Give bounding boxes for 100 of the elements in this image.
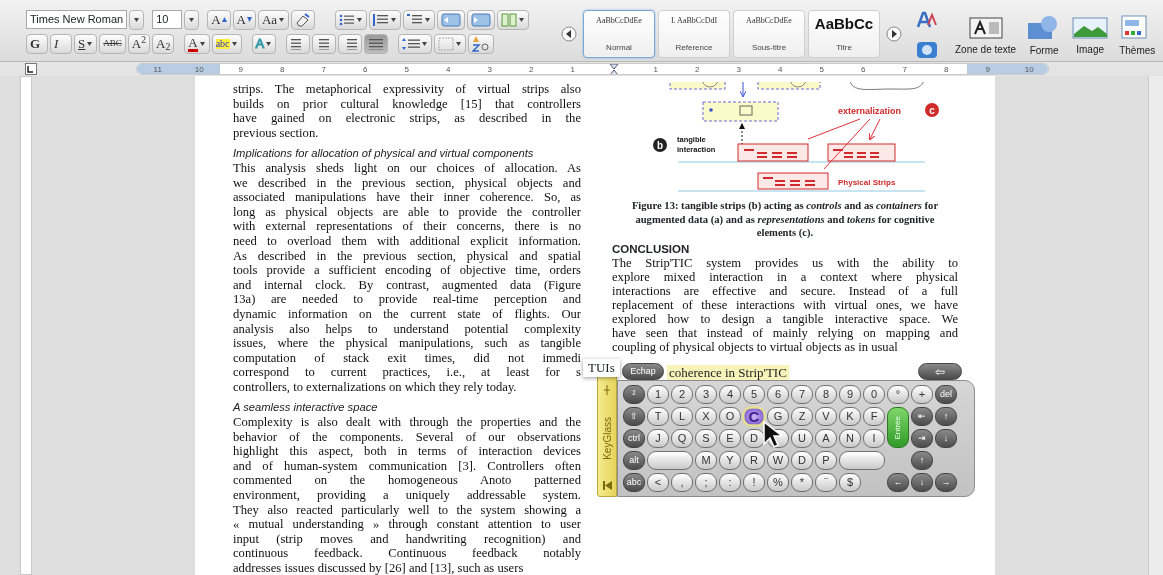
dropdown-button[interactable] — [129, 9, 145, 30]
shrink-font-button[interactable]: A — [232, 9, 256, 30]
key[interactable]: D — [791, 451, 813, 470]
key[interactable]: ↓ — [935, 429, 957, 448]
numbering-button[interactable] — [369, 9, 402, 30]
key[interactable]: $ — [839, 473, 861, 492]
key[interactable]: ⇧ — [623, 407, 645, 426]
bullets-button[interactable] — [335, 9, 368, 30]
key[interactable]: 6 — [767, 385, 789, 404]
sort-button[interactable] — [468, 33, 495, 54]
scroll-right-button[interactable] — [883, 23, 905, 44]
key[interactable]: ⇥ — [911, 429, 933, 448]
key[interactable]: 3 — [695, 385, 717, 404]
insert-themes-button[interactable]: Thèmes — [1115, 9, 1160, 58]
key[interactable]: D — [743, 429, 765, 448]
subscript-button[interactable]: A$_{2}$ — [152, 33, 175, 54]
key[interactable]: M — [695, 451, 717, 470]
key[interactable]: ↓ — [911, 473, 933, 492]
key[interactable]: ctrl — [623, 429, 645, 448]
bold-button[interactable]: G — [26, 33, 48, 54]
key[interactable]: del — [935, 385, 957, 404]
key[interactable]: 2 — [671, 385, 693, 404]
font-size-field[interactable]: 10 — [152, 10, 183, 29]
key[interactable]: ¨ — [815, 473, 837, 492]
space-key[interactable] — [839, 451, 885, 470]
key[interactable]: ² — [623, 385, 645, 404]
align-right-button[interactable] — [338, 33, 363, 54]
key[interactable]: ! — [743, 473, 765, 492]
key[interactable]: P — [815, 451, 837, 470]
grow-font-button[interactable]: A — [207, 9, 231, 30]
key[interactable]: E — [719, 429, 741, 448]
insert-text-box-button[interactable]: Zone de texte — [951, 10, 1021, 57]
escape-key[interactable]: Echap — [622, 363, 664, 380]
strikethrough-button[interactable]: ABC — [99, 33, 126, 54]
key[interactable]: ↑ — [911, 451, 933, 470]
key[interactable]: A — [815, 429, 837, 448]
insert-shape-button[interactable]: Forme — [1023, 9, 1066, 58]
backspace-key[interactable]: ⇦ — [918, 363, 962, 380]
key[interactable]: G — [767, 407, 789, 426]
key[interactable]: 7 — [791, 385, 813, 404]
key[interactable]: 8 — [815, 385, 837, 404]
insert-image-button[interactable]: Image — [1068, 10, 1113, 57]
highlight-button[interactable]: abc — [211, 33, 242, 54]
key[interactable]: ↑ — [935, 407, 957, 426]
key[interactable]: S — [695, 429, 717, 448]
key[interactable]: T — [647, 407, 669, 426]
key[interactable]: ° — [887, 385, 909, 404]
key[interactable]: : — [719, 473, 741, 492]
key[interactable]: 9 — [839, 385, 861, 404]
underline-button[interactable]: S — [74, 33, 98, 54]
italic-button[interactable]: I — [50, 33, 72, 54]
clear-format-button[interactable] — [291, 9, 316, 30]
key[interactable]: X — [695, 407, 717, 426]
key[interactable]: 0 — [863, 385, 885, 404]
key[interactable]: → — [935, 473, 957, 492]
increase-indent-button[interactable] — [467, 9, 496, 30]
style-tile[interactable]: I. AaBbCcDdI Reference — [658, 9, 730, 58]
font-name-field[interactable]: Times New Roman — [26, 10, 128, 29]
key[interactable]: , — [671, 473, 693, 492]
style-tile[interactable]: AaBbCcDdEe Sous-titre — [733, 9, 805, 58]
key[interactable]: W — [767, 451, 789, 470]
vertical-scrollbar[interactable] — [1148, 76, 1163, 575]
key[interactable]: % — [767, 473, 789, 492]
font-color-button[interactable]: A — [184, 33, 210, 54]
key[interactable]: alt — [623, 451, 645, 470]
key[interactable]: V — [815, 407, 837, 426]
key[interactable]: ⇤ — [911, 407, 933, 426]
style-tile[interactable]: AaBbCcDdEe Normal — [583, 9, 655, 58]
key[interactable]: K — [839, 407, 861, 426]
key[interactable]: ← — [887, 473, 909, 492]
key[interactable]: 1 — [647, 385, 669, 404]
key[interactable]: < — [647, 473, 669, 492]
key[interactable]: * — [791, 473, 813, 492]
key[interactable]: C — [742, 406, 766, 427]
key[interactable]: 5 — [743, 385, 765, 404]
superscript-button[interactable]: A$^{2}$ — [127, 33, 150, 54]
key[interactable]: L — [671, 407, 693, 426]
key[interactable]: F — [863, 407, 885, 426]
justify-button[interactable] — [364, 33, 389, 54]
change-case-button[interactable]: Aa — [257, 9, 290, 30]
key[interactable]: J — [647, 429, 669, 448]
key[interactable]: U — [791, 429, 813, 448]
key[interactable]: abc — [623, 473, 645, 492]
multilevel-list-button[interactable] — [403, 9, 436, 30]
key[interactable]: O — [719, 407, 741, 426]
key[interactable]: Z — [791, 407, 813, 426]
style-tile[interactable]: AaBbCc Titre — [808, 9, 880, 58]
key[interactable]: Q — [671, 429, 693, 448]
space-key[interactable] — [647, 451, 693, 470]
line-spacing-button[interactable] — [398, 33, 433, 54]
key[interactable]: N — [839, 429, 861, 448]
scroll-left-button[interactable] — [558, 23, 580, 44]
align-left-button[interactable] — [286, 33, 311, 54]
key[interactable]: Y — [719, 451, 741, 470]
key[interactable]: R — [743, 451, 765, 470]
key[interactable]: 4 — [719, 385, 741, 404]
key[interactable]: ; — [695, 473, 717, 492]
key[interactable]: + — [911, 385, 933, 404]
dropdown-button[interactable] — [184, 9, 200, 30]
tab-selector-button[interactable] — [25, 63, 37, 75]
